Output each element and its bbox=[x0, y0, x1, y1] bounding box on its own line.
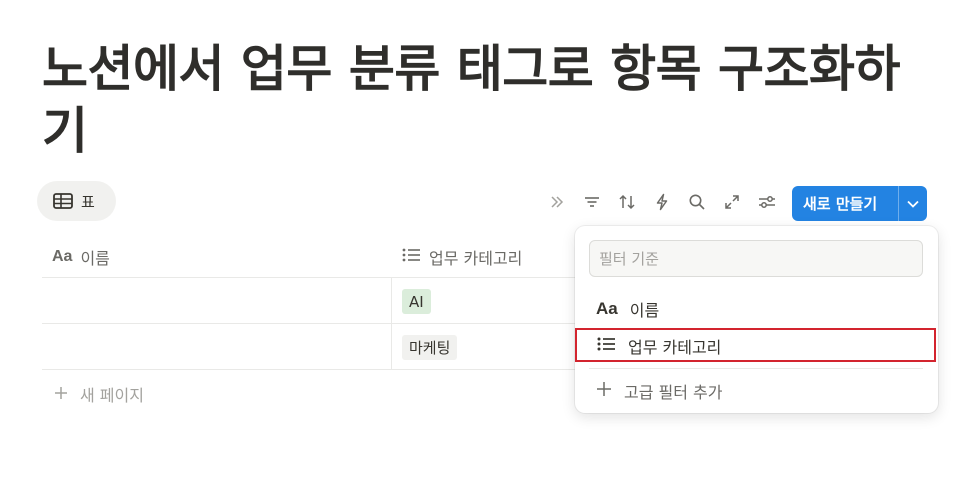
filter-option-name-label: 이름 bbox=[629, 301, 660, 320]
search-icon[interactable] bbox=[686, 191, 708, 213]
table-row[interactable]: AI bbox=[42, 278, 602, 324]
new-button-label[interactable]: 새로 만들기 bbox=[792, 193, 898, 214]
sort-icon[interactable] bbox=[616, 191, 638, 213]
filter-option-name[interactable]: Aa 이름 bbox=[575, 291, 938, 327]
lightning-icon[interactable] bbox=[651, 191, 673, 213]
new-button: 새로 만들기 bbox=[792, 186, 927, 221]
column-header-name-label: 이름 bbox=[80, 249, 110, 268]
table-icon bbox=[53, 193, 73, 209]
filter-option-category-label: 업무 카테고리 bbox=[628, 338, 722, 357]
view-tab-label: 표 bbox=[81, 192, 95, 211]
text-type-icon: Aa bbox=[52, 248, 73, 265]
new-page-button[interactable]: 새 페이지 bbox=[54, 382, 144, 406]
text-type-icon: Aa bbox=[596, 299, 618, 318]
view-tab-table[interactable]: 표 bbox=[37, 181, 116, 221]
list-icon bbox=[401, 247, 421, 267]
category-tag[interactable]: 마케팅 bbox=[402, 335, 458, 360]
filter-icon[interactable] bbox=[581, 191, 603, 213]
column-header-name[interactable]: Aa 이름 bbox=[52, 236, 110, 278]
settings-sliders-icon[interactable] bbox=[756, 191, 778, 213]
add-advanced-filter-label: 고급 필터 추가 bbox=[624, 383, 723, 402]
chevrons-right-icon[interactable] bbox=[546, 191, 568, 213]
column-header-category-label: 업무 카테고리 bbox=[429, 249, 523, 268]
popup-divider bbox=[589, 368, 923, 369]
table-header: Aa 이름 업무 카테고리 bbox=[42, 236, 602, 278]
list-icon bbox=[596, 336, 616, 356]
category-tag[interactable]: AI bbox=[402, 289, 431, 314]
chevron-down-icon[interactable] bbox=[899, 186, 927, 221]
plus-icon bbox=[596, 381, 612, 401]
expand-icon[interactable] bbox=[721, 191, 743, 213]
filter-option-category[interactable]: 업무 카테고리 bbox=[575, 328, 938, 364]
new-page-label: 새 페이지 bbox=[80, 386, 144, 405]
filter-search-input[interactable] bbox=[589, 240, 923, 277]
column-header-category[interactable]: 업무 카테고리 bbox=[401, 236, 522, 278]
add-advanced-filter-button[interactable]: 고급 필터 추가 bbox=[575, 373, 938, 409]
table-row[interactable]: 마케팅 bbox=[42, 324, 602, 370]
plus-icon bbox=[54, 385, 68, 404]
page-title: 노션에서 업무 분류 태그로 항목 구조화하기 bbox=[42, 40, 901, 160]
filter-popup: Aa 이름 업무 카테고리 고급 필터 추가 bbox=[575, 226, 938, 413]
